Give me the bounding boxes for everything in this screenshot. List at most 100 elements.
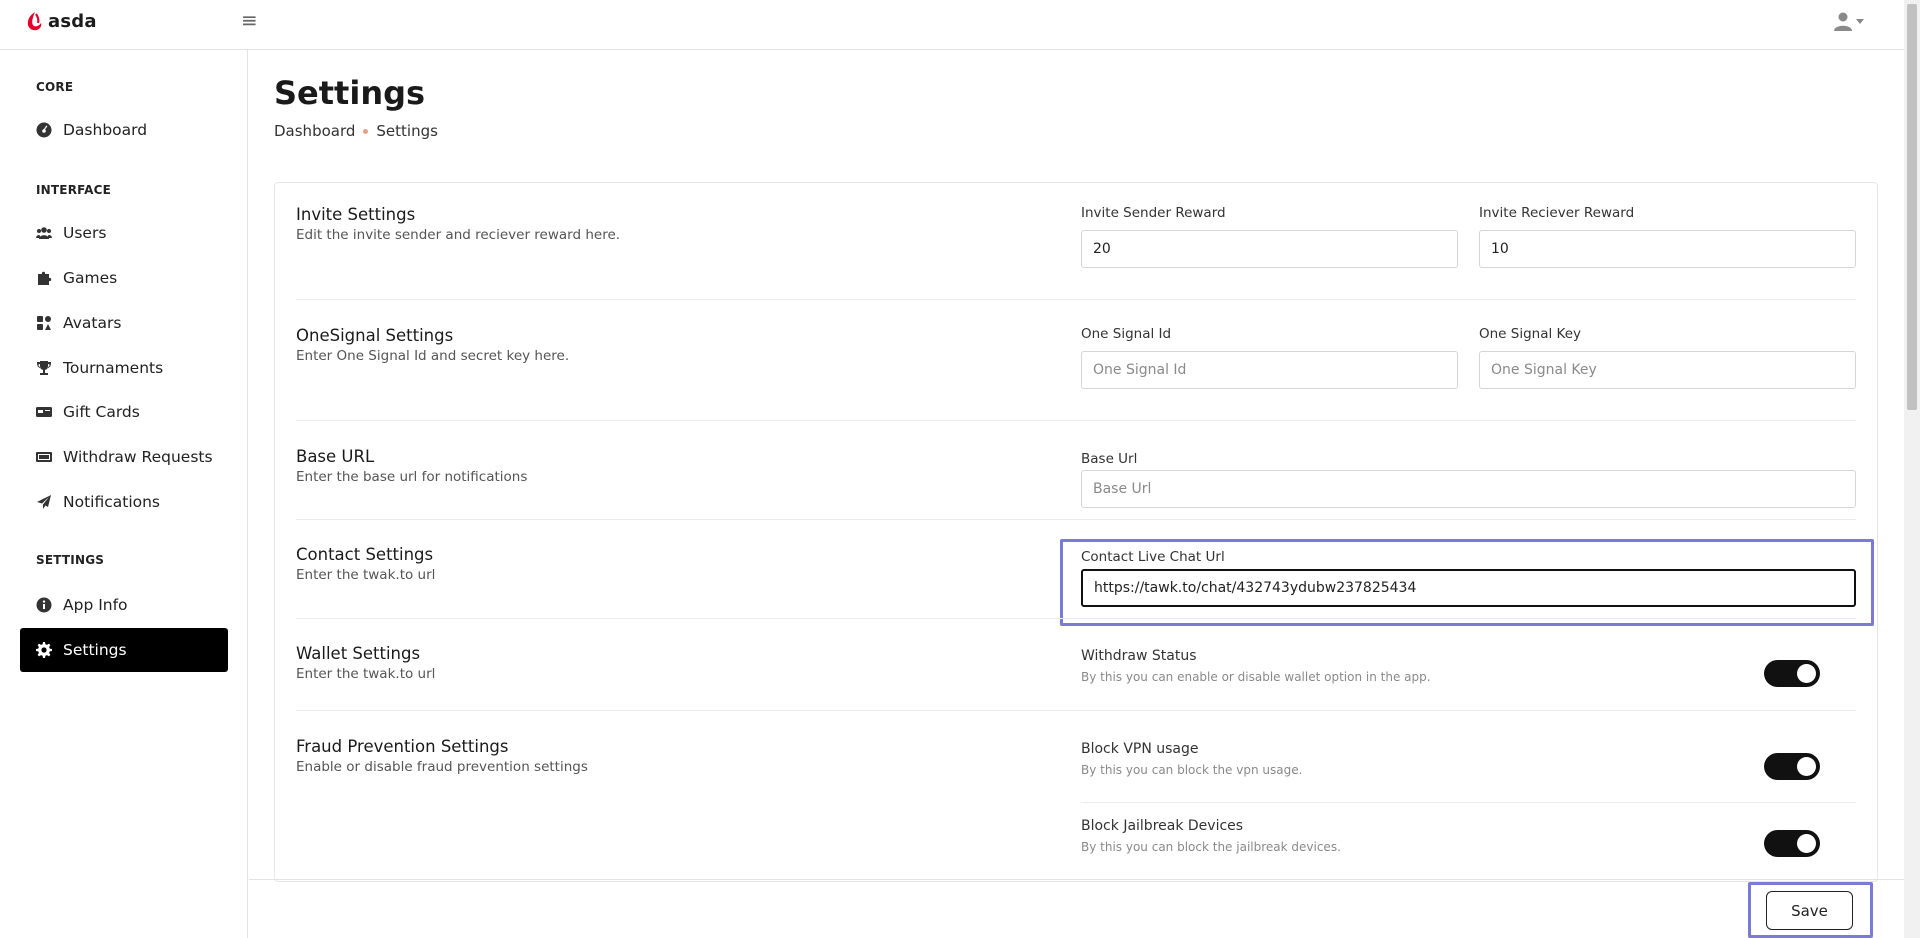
- base-url-label: Base Url: [1081, 451, 1138, 467]
- breadcrumb-separator: [363, 128, 369, 134]
- invite-receiver-reward-input[interactable]: [1479, 230, 1856, 268]
- trophy-icon: [35, 360, 53, 376]
- section-divider: [1081, 802, 1856, 803]
- invite-receiver-label: Invite Reciever Reward: [1479, 205, 1635, 221]
- block-vpn-title: Block VPN usage: [1081, 741, 1199, 757]
- money-bill-icon: [35, 449, 53, 465]
- base-url-input[interactable]: [1081, 470, 1856, 508]
- sidebar-item-label: Tournaments: [63, 359, 164, 377]
- section-divider: [296, 710, 1856, 711]
- section-title: Invite Settings: [296, 205, 416, 224]
- section-divider: [296, 618, 1856, 619]
- sidebar-item-tournaments[interactable]: Tournaments: [20, 346, 228, 390]
- chevron-down-icon: [1856, 18, 1864, 24]
- fraud-prevention-section: Fraud Prevention Settings Enable or disa…: [296, 737, 588, 775]
- wallet-settings-section: Wallet Settings Enter the twak.to url: [296, 644, 435, 682]
- section-description: Enter the twak.to url: [296, 666, 436, 682]
- sidebar-item-label: Games: [63, 269, 118, 287]
- brand-name: asda: [48, 11, 97, 32]
- onesignal-settings-section: OneSignal Settings Enter One Signal Id a…: [296, 326, 569, 364]
- sidebar-item-dashboard[interactable]: Dashboard: [20, 108, 228, 152]
- dashboard-icon: [35, 122, 53, 138]
- section-title: Wallet Settings: [296, 644, 421, 663]
- sidebar-item-withdraw-requests[interactable]: Withdraw Requests: [20, 435, 228, 479]
- block-vpn-toggle[interactable]: [1764, 753, 1820, 780]
- block-jailbreak-title: Block Jailbreak Devices: [1081, 818, 1244, 834]
- user-menu[interactable]: [1833, 11, 1864, 31]
- page-title: Settings: [274, 74, 426, 112]
- section-title: Fraud Prevention Settings: [296, 737, 509, 756]
- sidebar-item-label: Users: [63, 224, 107, 242]
- section-divider: [296, 299, 1856, 300]
- page-scrollbar[interactable]: [1904, 0, 1920, 938]
- avatars-icon: [35, 315, 53, 331]
- info-icon: [35, 597, 53, 613]
- toggle-knob: [1797, 757, 1816, 776]
- onesignal-key-input[interactable]: [1479, 351, 1856, 389]
- onesignal-id-input[interactable]: [1081, 351, 1458, 389]
- sidebar-item-gift-cards[interactable]: Gift Cards: [20, 390, 228, 434]
- sidebar-heading-interface: INTERFACE: [36, 183, 112, 197]
- gift-card-icon: [35, 404, 53, 420]
- footer-divider: [249, 879, 1904, 880]
- block-jailbreak-description: By this you can block the jailbreak devi…: [1081, 840, 1341, 854]
- users-icon: [35, 225, 53, 241]
- contact-settings-section: Contact Settings Enter the twak.to url: [296, 545, 435, 583]
- sidebar-item-settings[interactable]: Settings: [20, 628, 228, 672]
- withdraw-status-toggle[interactable]: [1764, 660, 1820, 687]
- gear-icon: [35, 642, 53, 658]
- block-vpn-description: By this you can block the vpn usage.: [1081, 763, 1303, 777]
- sidebar-item-notifications[interactable]: Notifications: [20, 480, 228, 524]
- sidebar-item-label: Gift Cards: [63, 403, 140, 421]
- sidebar-toggle-icon[interactable]: ≡: [241, 10, 258, 30]
- sidebar-item-label: Avatars: [63, 314, 122, 332]
- section-divider: [296, 519, 1856, 520]
- section-title: OneSignal Settings: [296, 326, 454, 345]
- sidebar-item-avatars[interactable]: Avatars: [20, 301, 228, 345]
- sidebar-item-users[interactable]: Users: [20, 211, 228, 255]
- sidebar-item-games[interactable]: Games: [20, 256, 228, 300]
- section-description: Edit the invite sender and reciever rewa…: [296, 227, 621, 243]
- section-divider: [296, 420, 1856, 421]
- contact-live-chat-label: Contact Live Chat Url: [1081, 549, 1225, 565]
- invite-sender-label: Invite Sender Reward: [1081, 205, 1226, 221]
- invite-settings-section: Invite Settings Edit the invite sender a…: [296, 205, 620, 243]
- toggle-knob: [1797, 834, 1816, 853]
- sidebar: CORE Dashboard INTERFACE Users Games Ava…: [0, 50, 248, 938]
- withdraw-status-description: By this you can enable or disable wallet…: [1081, 670, 1431, 684]
- sidebar-heading-settings: SETTINGS: [36, 553, 105, 567]
- sidebar-item-app-info[interactable]: App Info: [20, 583, 228, 627]
- top-navbar: asda ≡: [0, 0, 1904, 50]
- sidebar-item-label: Withdraw Requests: [63, 448, 213, 466]
- brand-logo-icon: [27, 12, 42, 31]
- breadcrumb-dashboard-link[interactable]: Dashboard: [274, 122, 355, 140]
- block-jailbreak-toggle[interactable]: [1764, 830, 1820, 857]
- user-icon: [1834, 12, 1852, 31]
- settings-card: [274, 182, 1878, 882]
- save-button[interactable]: Save: [1766, 891, 1853, 930]
- sidebar-item-label: Dashboard: [63, 121, 148, 139]
- section-description: Enter One Signal Id and secret key here.: [296, 348, 570, 364]
- withdraw-status-title: Withdraw Status: [1081, 648, 1197, 664]
- brand-logo[interactable]: asda: [26, 11, 97, 32]
- onesignal-key-label: One Signal Key: [1479, 326, 1582, 342]
- section-description: Enter the base url for notifications: [296, 469, 528, 485]
- breadcrumb: Dashboard Settings: [274, 122, 438, 140]
- sidebar-item-label: Notifications: [63, 493, 161, 511]
- puzzle-icon: [35, 270, 53, 286]
- toggle-knob: [1797, 664, 1816, 683]
- section-title: Contact Settings: [296, 545, 434, 564]
- sidebar-item-label: App Info: [63, 596, 128, 614]
- section-title: Base URL: [296, 447, 375, 466]
- sidebar-item-label: Settings: [63, 641, 127, 659]
- section-description: Enter the twak.to url: [296, 567, 436, 583]
- breadcrumb-current: Settings: [376, 122, 438, 140]
- paper-plane-icon: [35, 494, 53, 510]
- invite-sender-reward-input[interactable]: [1081, 230, 1458, 268]
- onesignal-id-label: One Signal Id: [1081, 326, 1172, 342]
- contact-live-chat-url-input[interactable]: [1081, 569, 1856, 607]
- section-description: Enable or disable fraud prevention setti…: [296, 759, 588, 775]
- sidebar-heading-core: CORE: [36, 80, 74, 94]
- scrollbar-thumb[interactable]: [1907, 4, 1917, 410]
- base-url-section: Base URL Enter the base url for notifica…: [296, 447, 527, 485]
